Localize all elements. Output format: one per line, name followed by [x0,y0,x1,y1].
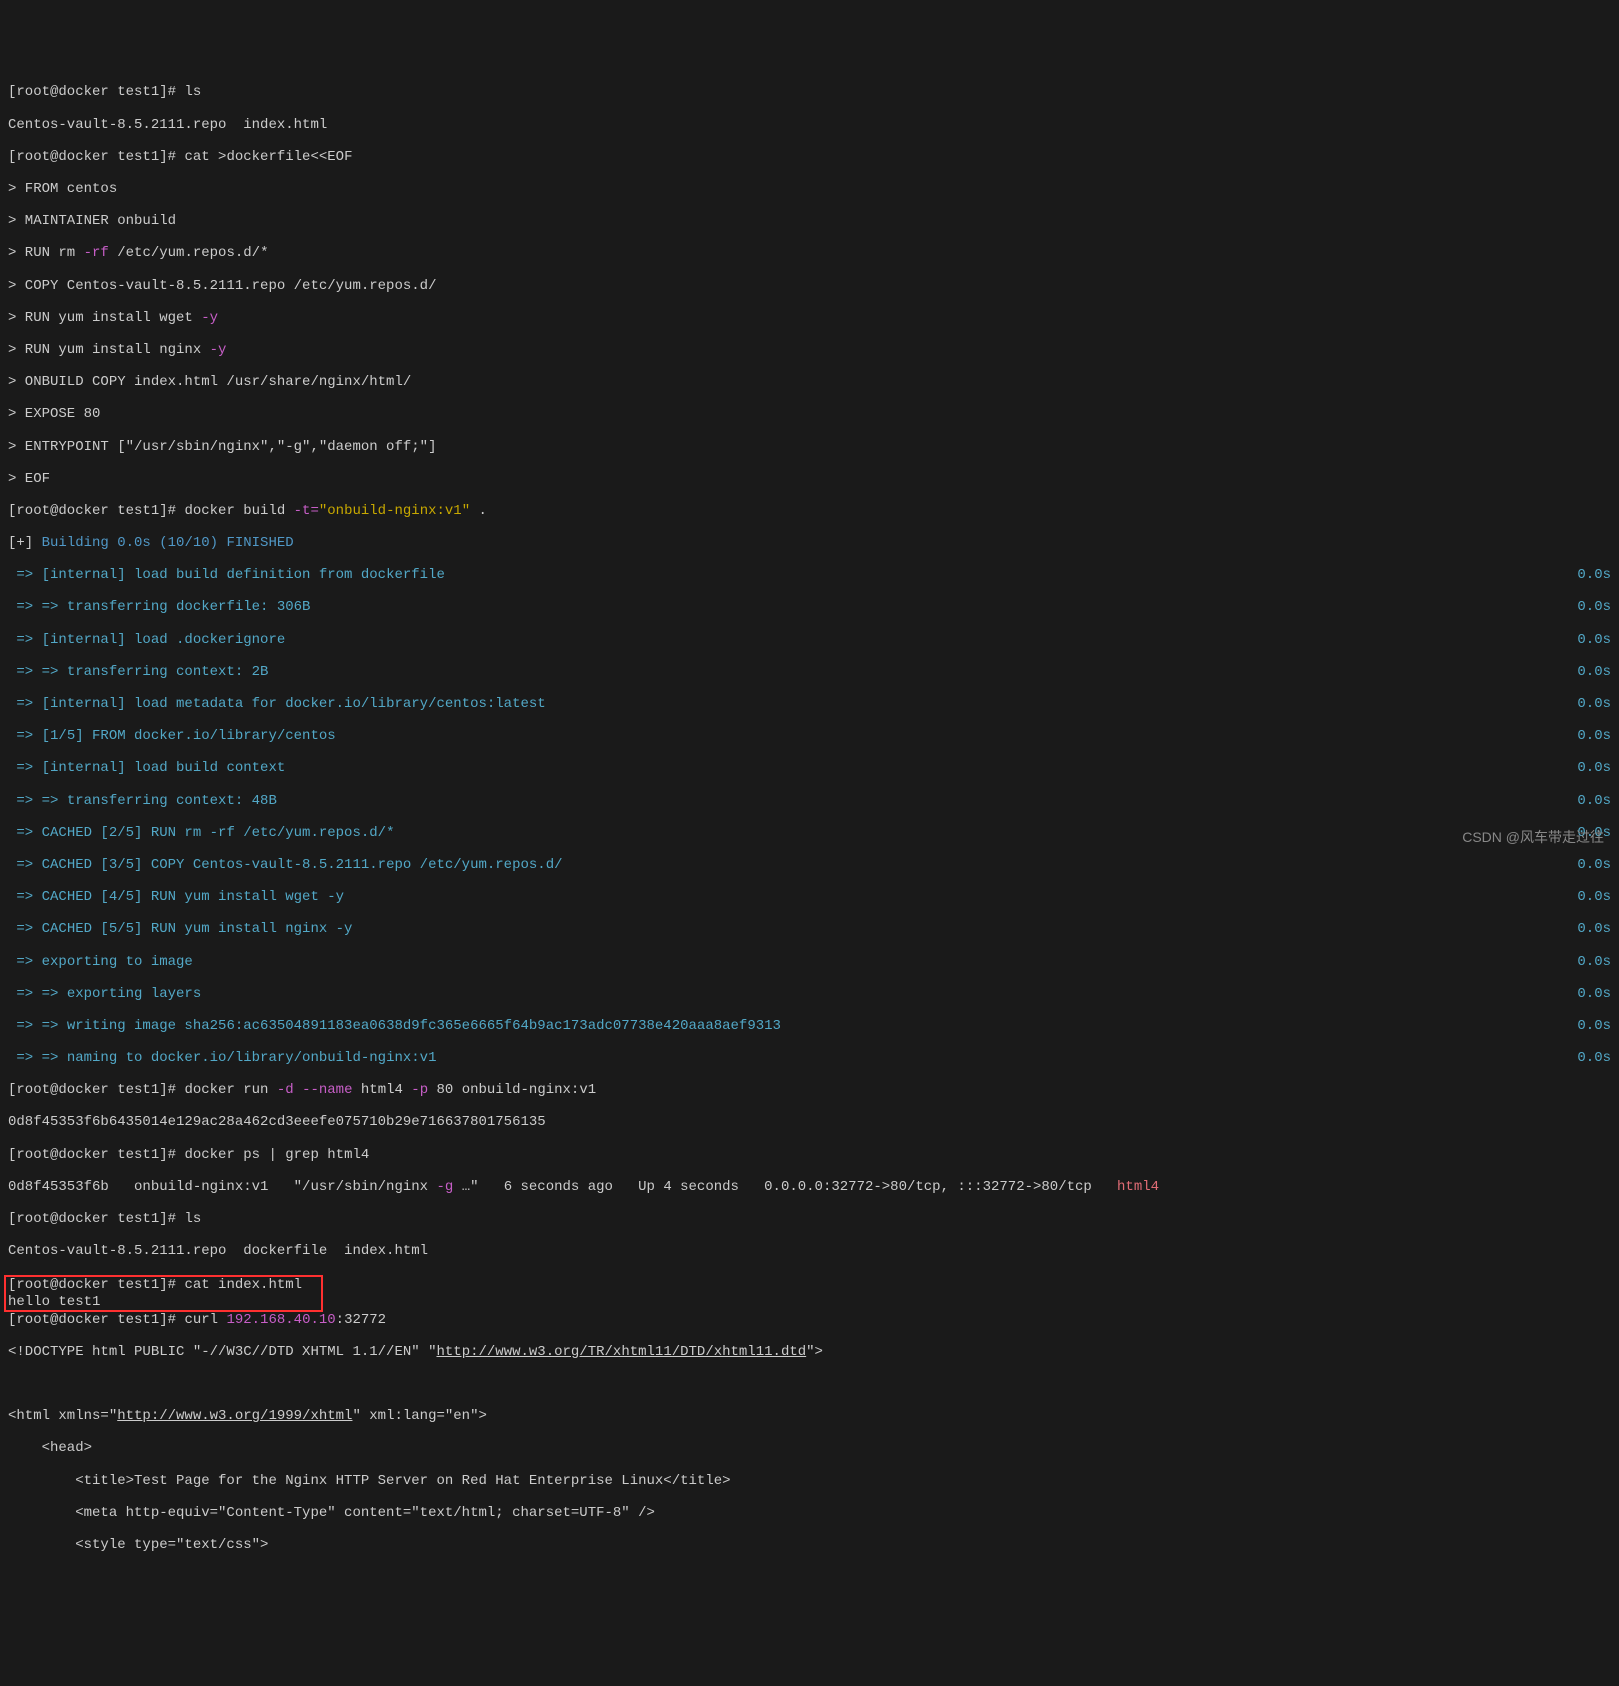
heredoc-line: > RUN yum install nginx [8,342,210,358]
html-output: <meta http-equiv="Content-Type" content=… [8,1505,655,1521]
flag: -rf [84,245,109,261]
ip-address: 192.168.40.10 [226,1312,335,1328]
build-time: 0.0s [1577,889,1611,905]
command: . [470,503,487,519]
build-time: 0.0s [1577,1018,1611,1034]
ps-output: …" 6 seconds ago Up 4 seconds 0.0.0.0:32… [453,1179,1117,1195]
build-time: 0.0s [1577,632,1611,648]
output-line: hello test1 [8,1294,201,1310]
flag: -t= [294,503,319,519]
heredoc-line: > FROM centos [8,181,117,197]
command: html4 [352,1082,411,1098]
build-header: [+] [8,535,33,551]
build-time: 0.0s [1577,986,1611,1002]
prompt: [root@docker test1]# [8,84,184,100]
heredoc-line: > ONBUILD COPY index.html /usr/share/ngi… [8,374,411,390]
prompt: [root@docker test1]# [8,149,184,165]
command: 80 onbuild-nginx:v1 [428,1082,596,1098]
command: :32772 [336,1312,386,1328]
prompt: [root@docker test1]# [8,1312,184,1328]
prompt: [root@docker test1]# [8,1211,184,1227]
build-time: 0.0s [1577,599,1611,615]
build-step: => => exporting layers [8,986,201,1002]
output-line: Centos-vault-8.5.2111.repo dockerfile in… [8,1243,428,1259]
command: ls [184,1211,201,1227]
heredoc-line: > ENTRYPOINT ["/usr/sbin/nginx","-g","da… [8,439,436,455]
heredoc-line: > RUN rm [8,245,84,261]
build-time: 0.0s [1577,728,1611,744]
build-step: => => transferring context: 48B [8,793,277,809]
build-step: => [internal] load build definition from… [8,567,445,583]
command: docker run [184,1082,276,1098]
build-time: 0.0s [1577,921,1611,937]
heredoc-line: > EXPOSE 80 [8,406,100,422]
command: docker build [184,503,293,519]
terminal-output[interactable]: [root@docker test1]# ls Centos-vault-8.5… [0,64,1619,1573]
heredoc-line: > RUN yum install wget [8,310,201,326]
build-time: 0.0s [1577,567,1611,583]
html-output: <html xmlns=" [8,1408,117,1424]
build-step: => CACHED [2/5] RUN rm -rf /etc/yum.repo… [8,825,394,841]
command: docker ps | grep html4 [184,1147,369,1163]
build-step: => CACHED [3/5] COPY Centos-vault-8.5.21… [8,857,563,873]
build-step: => [1/5] FROM docker.io/library/centos [8,728,336,744]
heredoc-line: /etc/yum.repos.d/* [109,245,269,261]
heredoc-line: > COPY Centos-vault-8.5.2111.repo /etc/y… [8,278,436,294]
build-time: 0.0s [1577,664,1611,680]
build-time: 0.0s [1577,1050,1611,1066]
build-step: => => transferring dockerfile: 306B [8,599,310,615]
url-link[interactable]: http://www.w3.org/TR/xhtml11/DTD/xhtml11… [436,1344,806,1360]
prompt: [root@docker test1]# [8,1082,184,1098]
build-step: => [internal] load metadata for docker.i… [8,696,546,712]
command: ls [184,84,201,100]
prompt: [root@docker test1]# [8,1147,184,1163]
container-id: 0d8f45353f6b6435014e129ac28a462cd3eeefe0… [8,1114,546,1130]
output-line: Centos-vault-8.5.2111.repo index.html [8,117,327,133]
watermark: CSDN @风车带走过往 [1462,829,1604,845]
build-step: => [internal] load build context [8,760,285,776]
flag: -y [201,310,218,326]
html-output: "> [806,1344,823,1360]
html-output: <head> [8,1440,92,1456]
build-time: 0.0s [1577,857,1611,873]
build-step: => CACHED [4/5] RUN yum install wget -y [8,889,344,905]
heredoc-line: > MAINTAINER onbuild [8,213,176,229]
build-time: 0.0s [1577,793,1611,809]
build-step: => CACHED [5/5] RUN yum install nginx -y [8,921,352,937]
html-output: <style type="text/css"> [8,1537,268,1553]
url-link[interactable]: http://www.w3.org/1999/xhtml [117,1408,352,1424]
html-output: " xml:lang="en"> [352,1408,486,1424]
build-step: => => transferring context: 2B [8,664,268,680]
build-time: 0.0s [1577,954,1611,970]
build-time: 0.0s [1577,760,1611,776]
command: curl [184,1312,226,1328]
build-step: => => writing image sha256:ac63504891183… [8,1018,781,1034]
flag: -g [436,1179,453,1195]
ps-output: 0d8f45353f6b onbuild-nginx:v1 "/usr/sbin… [8,1179,436,1195]
flag: -y [210,342,227,358]
build-step: => => naming to docker.io/library/onbuil… [8,1050,436,1066]
build-time: 0.0s [1577,696,1611,712]
build-step: => [internal] load .dockerignore [8,632,285,648]
html-output: <!DOCTYPE html PUBLIC "-//W3C//DTD XHTML… [8,1344,436,1360]
html-output: <title>Test Page for the Nginx HTTP Serv… [8,1473,731,1489]
heredoc-line: > EOF [8,471,50,487]
build-header: Building 0.0s (10/10) FINISHED [33,535,293,551]
prompt: [root@docker test1]# [8,1277,184,1293]
flag: -d --name [277,1082,353,1098]
command: cat index.html [184,1277,318,1293]
string: "onbuild-nginx:v1" [319,503,470,519]
highlighted-box: [root@docker test1]# cat index.html hell… [4,1275,323,1311]
prompt: [root@docker test1]# [8,503,184,519]
grep-match: html4 [1117,1179,1159,1195]
flag: -p [411,1082,428,1098]
build-step: => exporting to image [8,954,193,970]
command: cat >dockerfile<<EOF [184,149,352,165]
